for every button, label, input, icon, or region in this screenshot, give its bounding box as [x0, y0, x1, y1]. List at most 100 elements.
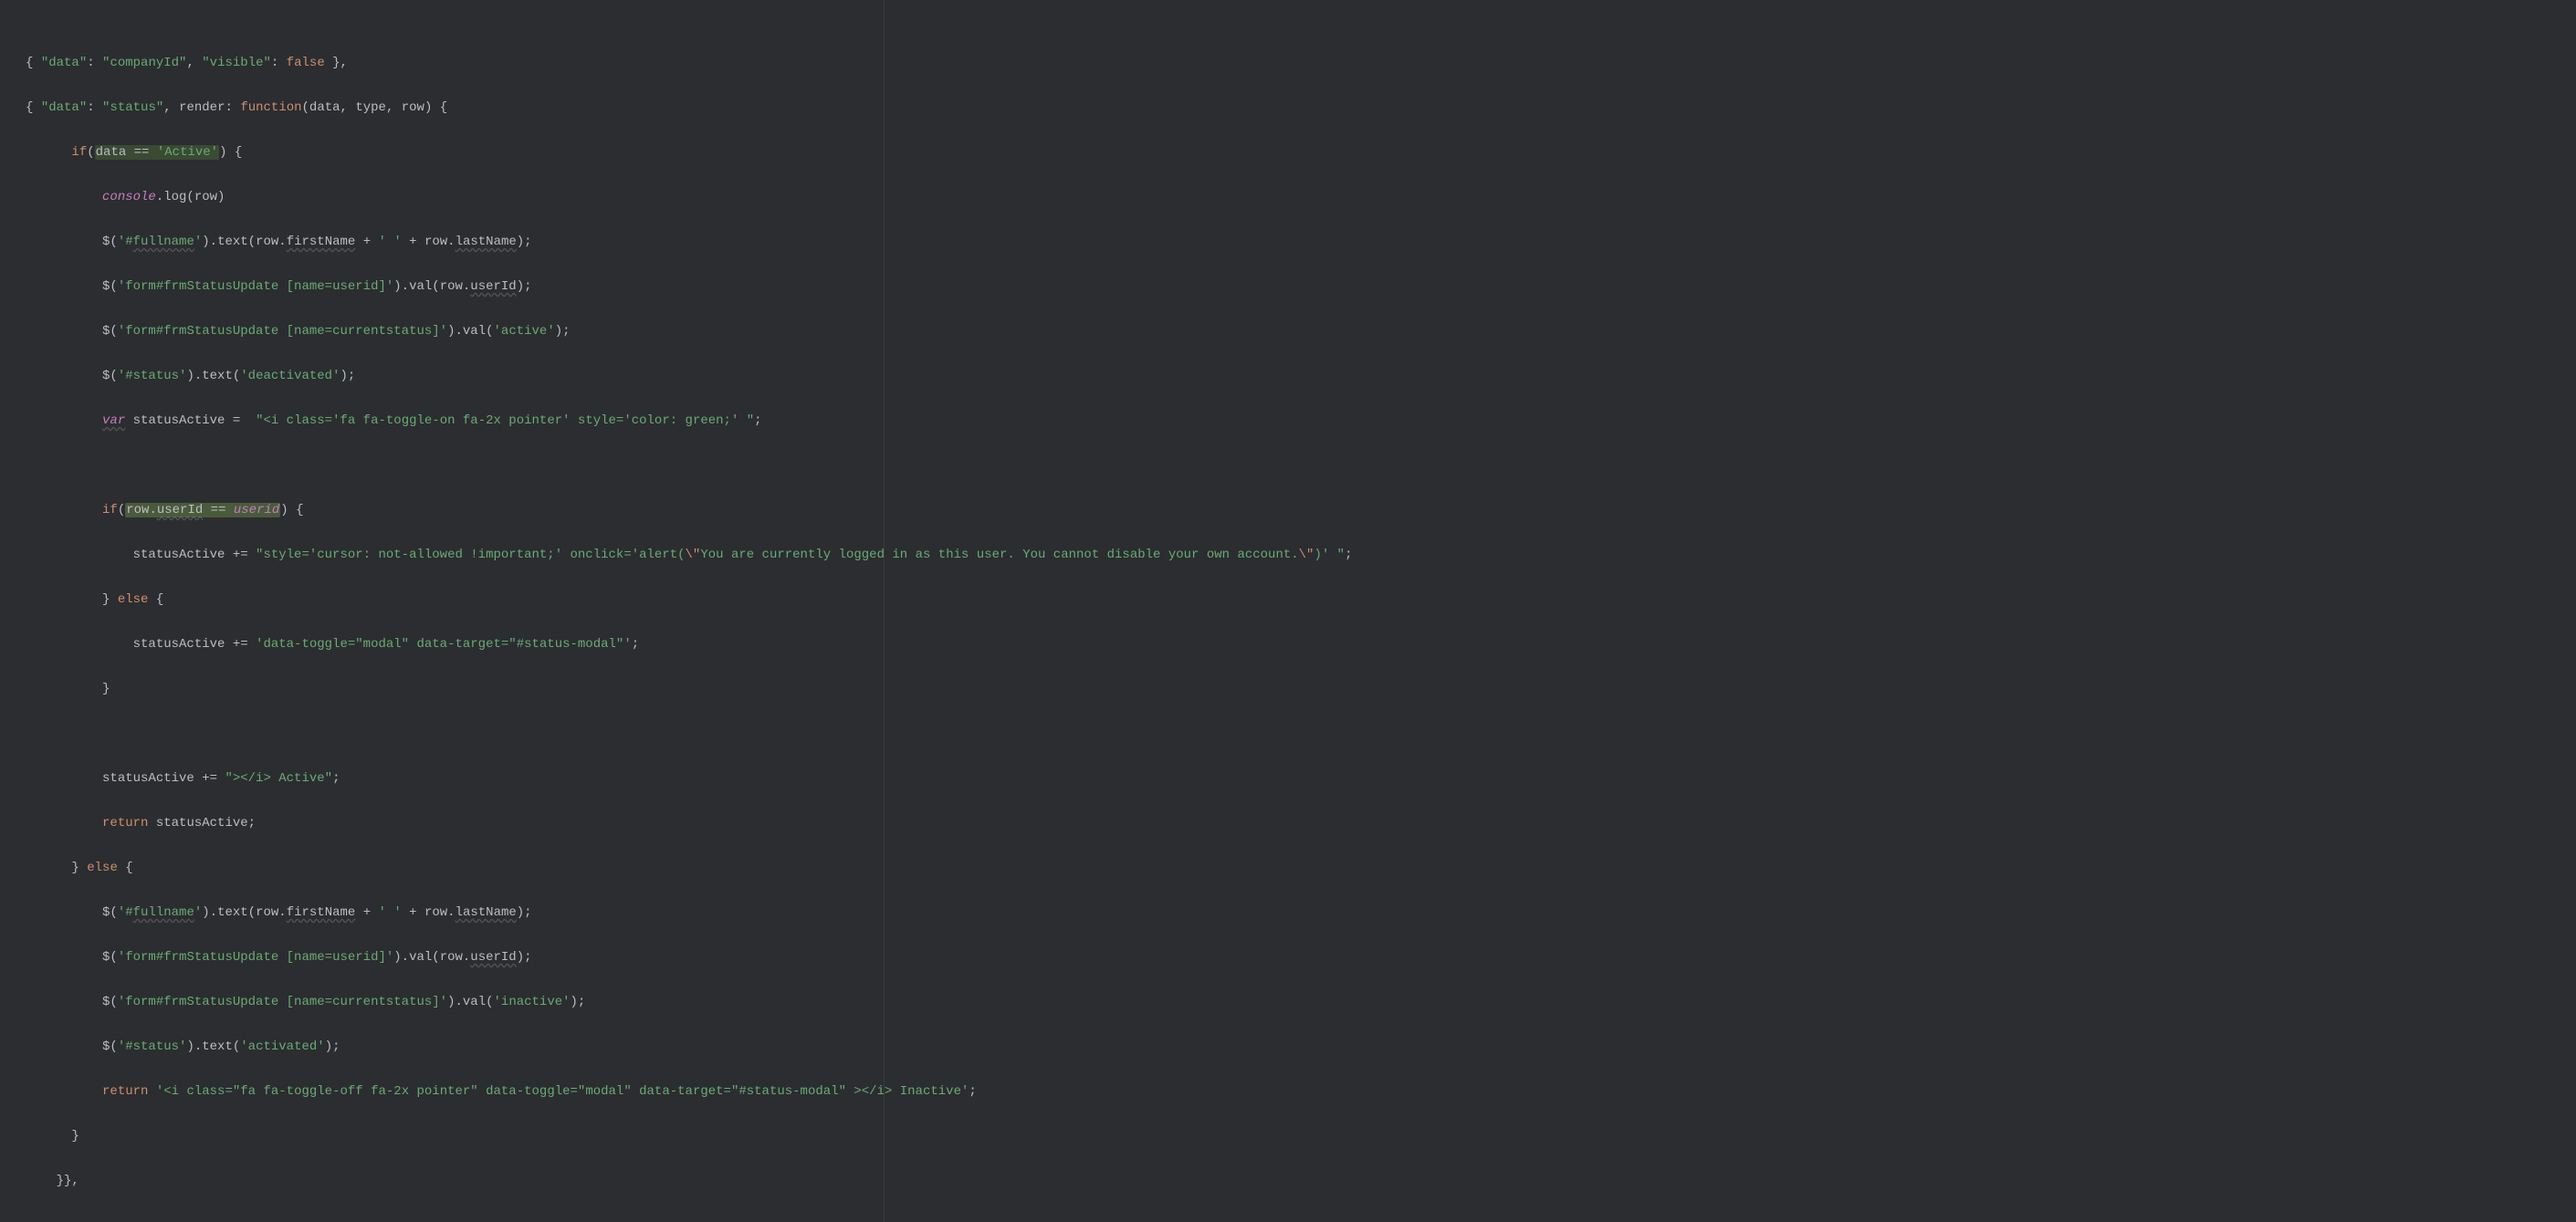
val-call: ).val(	[447, 324, 493, 339]
string-deactivated: 'deactivated'	[240, 369, 340, 383]
code-line: $('form#frmStatusUpdate [name=currentsta…	[26, 320, 2576, 343]
string-close-active: "></i> Active"	[225, 771, 332, 786]
indent	[26, 995, 102, 1009]
code-editor[interactable]: { "data": "companyId", "visible": false …	[0, 0, 2576, 1222]
brace-close: }},	[57, 1174, 79, 1188]
string-part: '	[194, 235, 202, 249]
indent	[26, 279, 102, 294]
indent	[26, 1129, 71, 1144]
plus: + row.	[402, 905, 456, 920]
code-line: if(row.userId == userid) {	[26, 499, 2576, 522]
string-part: "style='cursor: not-allowed !important;'…	[256, 548, 685, 562]
brace-close: },	[325, 56, 348, 70]
text-call: ).text(	[186, 369, 240, 383]
code-line: }},	[26, 1170, 2576, 1193]
jquery-open: $(	[102, 279, 118, 294]
plus: + row.	[402, 235, 456, 249]
indent	[26, 637, 133, 652]
brace-open: {	[148, 592, 163, 607]
colon: :	[87, 56, 102, 70]
indent	[26, 816, 102, 830]
string-space: ' '	[379, 235, 402, 249]
keyword-if: if	[102, 503, 118, 517]
selector-status: '#status'	[118, 369, 187, 383]
code-line: $('#fullname').text(row.firstName + ' ' …	[26, 231, 2576, 254]
indent	[26, 548, 133, 562]
params: (data, type, row) {	[302, 100, 448, 115]
semi: );	[571, 995, 586, 1009]
jquery-open: $(	[102, 995, 118, 1009]
code-line: }	[26, 678, 2576, 701]
keyword-return: return	[102, 1084, 148, 1099]
prop-userid: userId	[470, 279, 516, 294]
string-literal: "status"	[102, 100, 163, 115]
keyword-return: return	[102, 816, 148, 830]
indent	[26, 369, 102, 383]
condition-left: data ==	[96, 145, 157, 160]
property-render: render	[179, 100, 225, 115]
code-line: $('form#frmStatusUpdate [name=userid]').…	[26, 946, 2576, 969]
string-inactive-html: '<i class="fa fa-toggle-off fa-2x pointe…	[156, 1084, 969, 1099]
keyword-var: var	[102, 413, 125, 428]
semi: );	[517, 950, 532, 965]
escape: \"	[1299, 548, 1314, 562]
val-call: ).val(	[447, 995, 493, 1009]
jquery-open: $(	[102, 324, 118, 339]
text-call: ).text(row.	[202, 905, 286, 920]
indent	[26, 190, 102, 204]
code-line: var statusActive = "<i class='fa fa-togg…	[26, 410, 2576, 433]
code-line: statusActive += "></i> Active";	[26, 768, 2576, 790]
jquery-open: $(	[102, 369, 118, 383]
brace-close: }	[71, 1129, 79, 1144]
semi: ;	[332, 771, 340, 786]
string-active: 'Active'	[157, 145, 218, 160]
val-call: ).val(row.	[393, 950, 470, 965]
code-line	[26, 723, 2576, 746]
assign: statusActive +=	[133, 548, 256, 562]
keyword-if: if	[71, 145, 87, 160]
code-line: $('form#frmStatusUpdate [name=userid]').…	[26, 276, 2576, 298]
jquery-open: $(	[102, 235, 118, 249]
var-decl: statusActive =	[125, 413, 256, 428]
brace-open: {	[26, 56, 41, 70]
space	[148, 1084, 155, 1099]
prop-firstname: firstName	[287, 905, 356, 920]
code-line: return '<i class="fa fa-toggle-off fa-2x…	[26, 1081, 2576, 1103]
selector-currentstatus: 'form#frmStatusUpdate [name=currentstatu…	[118, 324, 447, 339]
string-part: '#	[118, 235, 133, 249]
indent	[26, 235, 102, 249]
boolean-false: false	[287, 56, 325, 70]
semi: );	[325, 1039, 340, 1054]
selector-userid: 'form#frmStatusUpdate [name=userid]'	[118, 950, 393, 965]
paren-brace: ) {	[219, 145, 242, 160]
plus: +	[355, 905, 378, 920]
semi: );	[517, 905, 532, 920]
semi: ;	[969, 1084, 976, 1099]
string-part: '#	[118, 905, 133, 920]
code-line: statusActive += 'data-toggle="modal" dat…	[26, 633, 2576, 656]
eq-op: ==	[203, 503, 234, 517]
semi: ;	[1345, 548, 1352, 562]
selector-status: '#status'	[118, 1039, 187, 1054]
code-line: console.log(row)	[26, 186, 2576, 209]
keyword-else: else	[118, 592, 149, 607]
code-line: { "data": "status", render: function(dat…	[26, 97, 2576, 120]
brace-close: }	[102, 682, 110, 696]
code-line: return statusActive;	[26, 812, 2576, 835]
val-call: ).val(row.	[393, 279, 470, 294]
json-key: "data"	[41, 56, 87, 70]
paren-open: (	[118, 503, 125, 517]
text-call: ).text(	[186, 1039, 240, 1054]
brace-open: {	[118, 861, 133, 875]
console-ident: console	[102, 190, 156, 204]
plus: +	[355, 235, 378, 249]
indent	[26, 905, 102, 920]
string-modal-attrs: 'data-toggle="modal" data-target="#statu…	[256, 637, 632, 652]
keyword-else: else	[87, 861, 118, 875]
brace-close: }	[71, 861, 87, 875]
indent	[26, 592, 102, 607]
code-line: $('#status').text('deactivated');	[26, 365, 2576, 388]
log-call: .log(row)	[156, 190, 225, 204]
string-active: 'active'	[494, 324, 555, 339]
semi: );	[517, 235, 532, 249]
